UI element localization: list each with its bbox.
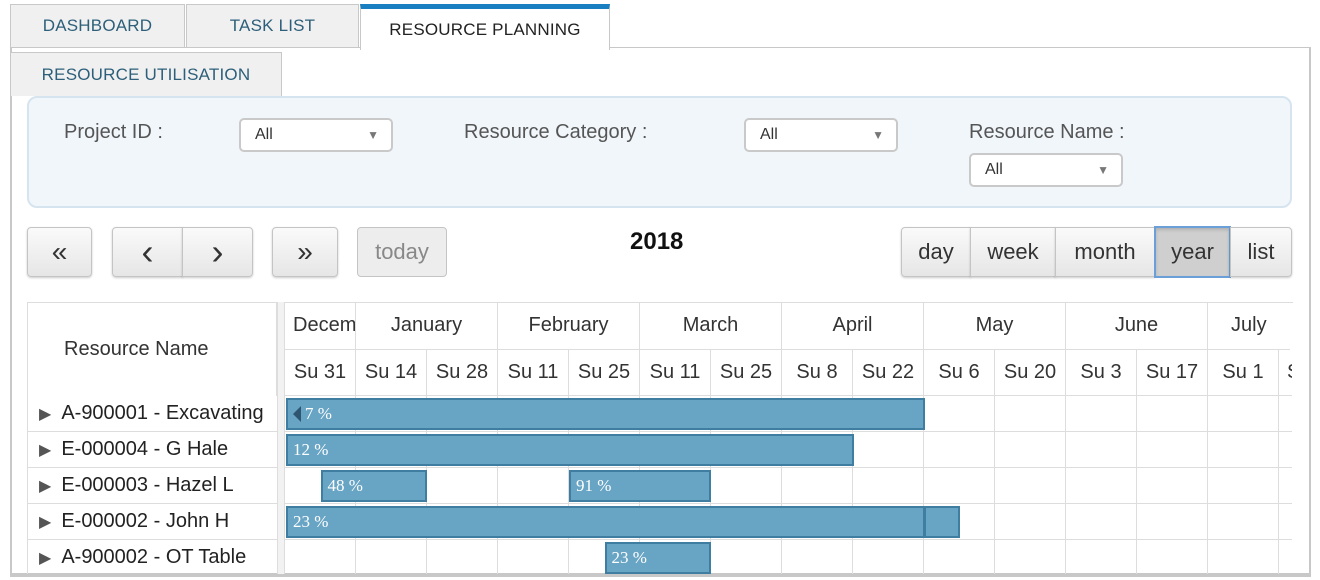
next-button[interactable]: › xyxy=(182,227,253,277)
resource-name-select[interactable]: All ▼ xyxy=(969,153,1123,187)
tab-dashboard[interactable]: DASHBOARD xyxy=(10,4,185,47)
chevron-down-icon: ▼ xyxy=(367,128,379,142)
grid-row-line xyxy=(285,467,1292,468)
filter-panel xyxy=(27,96,1292,208)
allocation-bar[interactable]: 91 % xyxy=(569,470,711,502)
month-header: March xyxy=(640,302,782,350)
week-header: Su 20 xyxy=(995,350,1066,396)
grid-row-line xyxy=(285,539,1292,540)
allocation-percent: 7 % xyxy=(305,404,332,423)
grid-row-line xyxy=(285,503,1292,504)
week-header: Su 11 xyxy=(640,350,711,396)
view-list-button[interactable]: list xyxy=(1230,227,1292,277)
grid-row-line xyxy=(285,431,1292,432)
project-id-label: Project ID : xyxy=(64,121,163,143)
resource-name-label: Resource Name : xyxy=(969,121,1125,143)
tab-resource-utilisation[interactable]: RESOURCE UTILISATION xyxy=(10,52,282,96)
week-header: Su 25 xyxy=(711,350,782,396)
month-header: May xyxy=(924,302,1066,350)
resource-category-value: All xyxy=(760,126,778,143)
project-id-value: All xyxy=(255,126,273,143)
chevron-down-icon: ▼ xyxy=(1097,163,1109,177)
week-header: Su 17 xyxy=(1137,350,1208,396)
week-header: Su 22 xyxy=(853,350,924,396)
grid-column-line xyxy=(1207,396,1208,576)
project-id-select[interactable]: All ▼ xyxy=(239,118,393,152)
expand-icon[interactable]: ▶ xyxy=(39,476,51,496)
next-year-button[interactable]: » xyxy=(272,227,338,277)
allocation-percent: 91 % xyxy=(576,476,612,495)
view-day-button[interactable]: day xyxy=(901,227,971,277)
resource-row[interactable]: ▶ E-000002 - John H xyxy=(27,504,277,540)
allocation-bar[interactable]: 23 % xyxy=(604,542,711,574)
week-header: Su 1 xyxy=(1208,350,1279,396)
resource-row[interactable]: ▶ A-900001 - Excavating xyxy=(27,396,277,432)
month-header: July xyxy=(1208,302,1290,350)
calendar-title: 2018 xyxy=(630,228,684,255)
allocation-bar[interactable]: 12 % xyxy=(286,434,854,466)
allocation-bar[interactable]: 7 % xyxy=(286,398,925,430)
resource-row[interactable]: ▶ E-000003 - Hazel L xyxy=(27,468,277,504)
continues-left-icon xyxy=(293,406,301,422)
week-header: S xyxy=(1279,350,1292,396)
view-week-button[interactable]: week xyxy=(970,227,1056,277)
expand-icon[interactable]: ▶ xyxy=(39,512,51,532)
allocation-percent: 12 % xyxy=(293,440,329,459)
view-month-button[interactable]: month xyxy=(1055,227,1155,277)
allocation-bar[interactable] xyxy=(924,506,960,538)
month-header: June xyxy=(1066,302,1208,350)
allocation-percent: 23 % xyxy=(611,548,647,567)
resource-name-value: All xyxy=(985,161,1003,178)
tab-resource-planning[interactable]: RESOURCE PLANNING xyxy=(360,4,610,50)
week-header: Su 28 xyxy=(427,350,498,396)
allocation-percent: 23 % xyxy=(293,512,329,531)
resource-name: A-900002 - OT Table xyxy=(61,546,247,568)
panel-bottom-border xyxy=(10,574,1311,577)
month-header: Decem xyxy=(285,302,356,350)
resource-row[interactable]: ▶ A-900002 - OT Table xyxy=(27,540,277,576)
view-year-button[interactable]: year xyxy=(1154,226,1231,278)
allocation-bar[interactable]: 23 % xyxy=(286,506,925,538)
grid-column-line xyxy=(1278,396,1279,576)
resource-name: E-000004 - G Hale xyxy=(61,438,229,460)
tab-task-list[interactable]: TASK LIST xyxy=(186,4,359,47)
month-header: April xyxy=(782,302,924,350)
expand-icon[interactable]: ▶ xyxy=(39,548,51,568)
week-header: Su 11 xyxy=(498,350,569,396)
week-header: Su 8 xyxy=(782,350,853,396)
resource-category-select[interactable]: All ▼ xyxy=(744,118,898,152)
grid-column-line xyxy=(994,396,995,576)
resource-category-label: Resource Category : xyxy=(464,121,648,143)
today-button[interactable]: today xyxy=(357,227,447,277)
expand-icon[interactable]: ▶ xyxy=(39,404,51,424)
pane-resizer[interactable] xyxy=(277,302,285,576)
allocation-bar[interactable]: 48 % xyxy=(320,470,427,502)
resource-row[interactable]: ▶ E-000004 - G Hale xyxy=(27,432,277,468)
chevron-down-icon: ▼ xyxy=(872,128,884,142)
prev-button[interactable]: ‹ xyxy=(112,227,183,277)
week-header: Su 3 xyxy=(1066,350,1137,396)
resource-name: A-900001 - Excavating xyxy=(61,402,264,424)
resource-name: E-000003 - Hazel L xyxy=(61,474,234,496)
expand-icon[interactable]: ▶ xyxy=(39,440,51,460)
week-header: Su 6 xyxy=(924,350,995,396)
week-header: Su 25 xyxy=(569,350,640,396)
week-header: Su 31 xyxy=(285,350,356,396)
week-header: Su 14 xyxy=(356,350,427,396)
prev-year-button[interactable]: « xyxy=(27,227,92,277)
resource-name-header: Resource Name xyxy=(27,302,277,396)
grid-column-line xyxy=(1065,396,1066,576)
resource-name: E-000002 - John H xyxy=(61,510,230,532)
allocation-percent: 48 % xyxy=(327,476,363,495)
month-header: February xyxy=(498,302,640,350)
month-header: January xyxy=(356,302,498,350)
grid-column-line xyxy=(1136,396,1137,576)
